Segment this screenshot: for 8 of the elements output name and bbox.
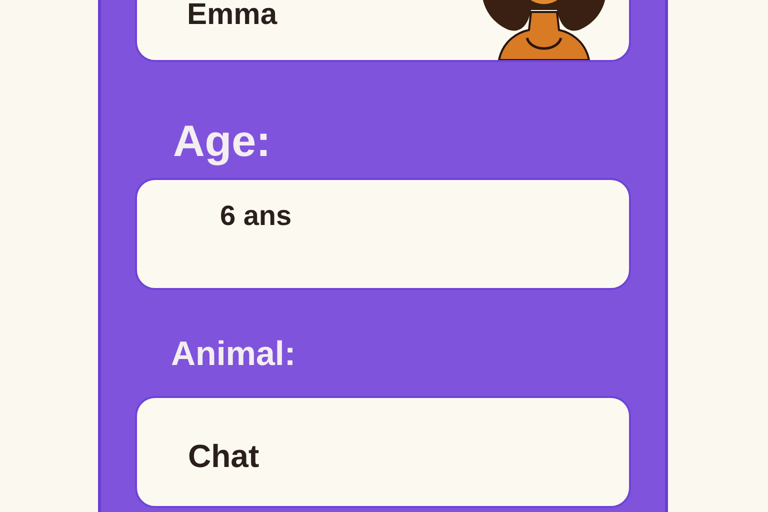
field-label: Animal:	[170, 334, 296, 375]
field-value: 6 ans	[220, 200, 292, 231]
field-value: Chat	[188, 438, 260, 474]
name-value: Emma	[186, 0, 278, 33]
input-field[interactable]: 6 ans	[135, 178, 631, 290]
input-field[interactable]: Chat	[135, 396, 631, 508]
field-label: Age:	[172, 117, 271, 167]
name-field[interactable]: Emma	[135, 0, 631, 62]
